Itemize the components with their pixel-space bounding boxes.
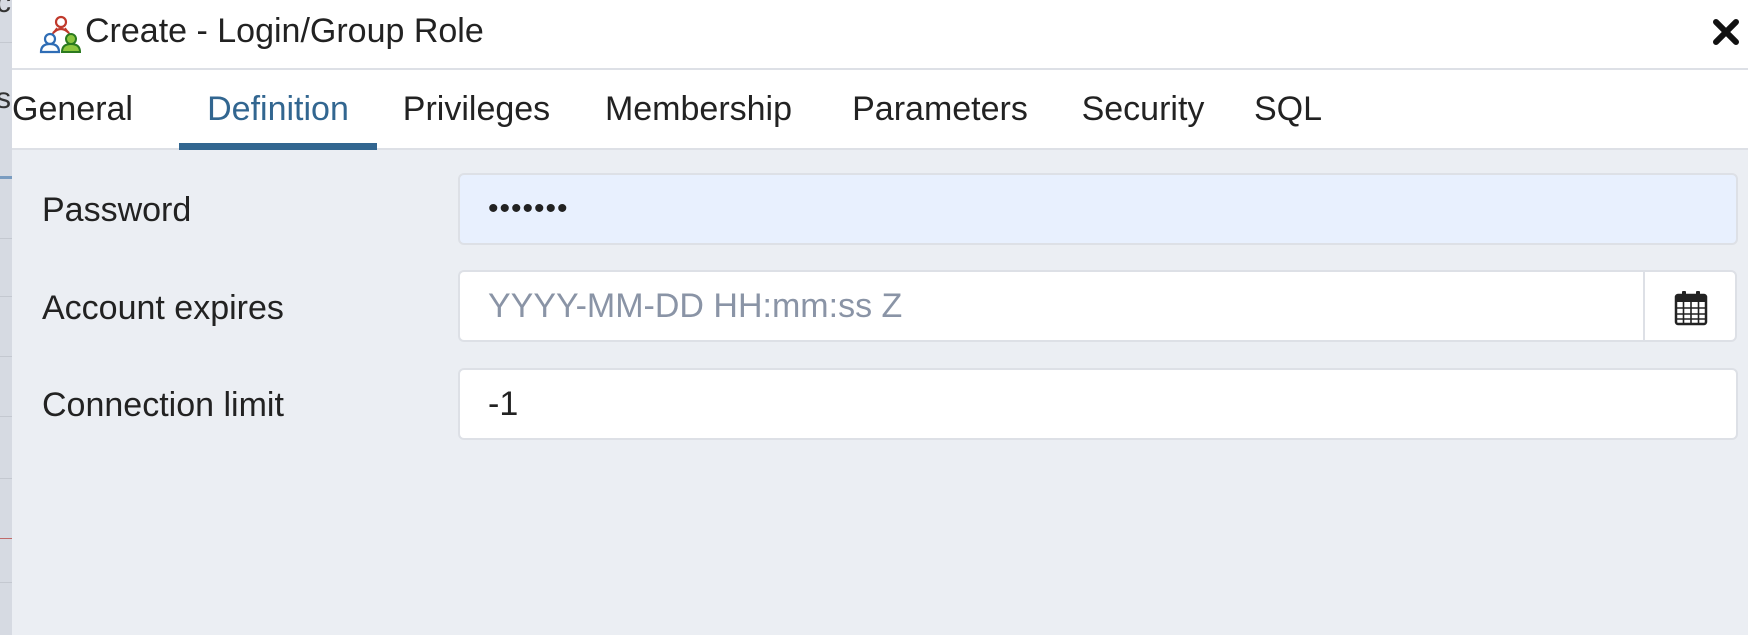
tab-membership[interactable]: Membership [602,70,795,148]
background-divider [0,42,12,43]
background-text-fragment: s [0,82,11,115]
role-group-icon [38,14,84,54]
password-label: Password [42,191,192,229]
tab-label: Membership [604,90,793,128]
calendar-icon [1674,291,1708,326]
background-text-fragment: c [0,0,11,19]
account-expires-input[interactable] [458,270,1644,342]
background-divider [0,176,12,179]
background-divider [0,582,12,583]
tab-label: Privileges [402,90,551,128]
background-divider [0,416,12,417]
background-divider [0,296,12,297]
background-divider [0,478,12,479]
password-field[interactable] [458,173,1738,245]
tab-label: General [12,90,133,128]
tab-definition[interactable]: Definition [179,70,377,150]
tab-label: Definition [207,90,349,128]
background-divider [0,238,12,239]
dialog-title: Create - Login/Group Role [85,12,484,50]
tab-label: Parameters [852,90,1028,128]
tab-parameters[interactable]: Parameters [848,70,1032,148]
dialog-titlebar[interactable]: Create - Login/Group Role [12,0,1748,70]
tab-sql[interactable]: SQL [1252,70,1324,148]
tab-bar: General Definition Privileges Membership… [12,70,1748,150]
account-expires-label: Account expires [42,289,284,327]
background-divider [0,538,12,539]
close-icon[interactable] [1704,12,1748,52]
background-divider [0,356,12,357]
tab-general[interactable]: General [12,70,133,148]
tab-label: SQL [1253,90,1323,128]
tab-privileges[interactable]: Privileges [400,70,553,148]
tab-security[interactable]: Security [1077,70,1209,148]
connection-limit-input[interactable] [458,368,1738,440]
tab-label: Security [1081,90,1205,128]
create-role-dialog: Create - Login/Group Role General Defini… [12,0,1748,635]
calendar-button[interactable] [1643,270,1737,342]
connection-limit-label: Connection limit [42,386,284,424]
